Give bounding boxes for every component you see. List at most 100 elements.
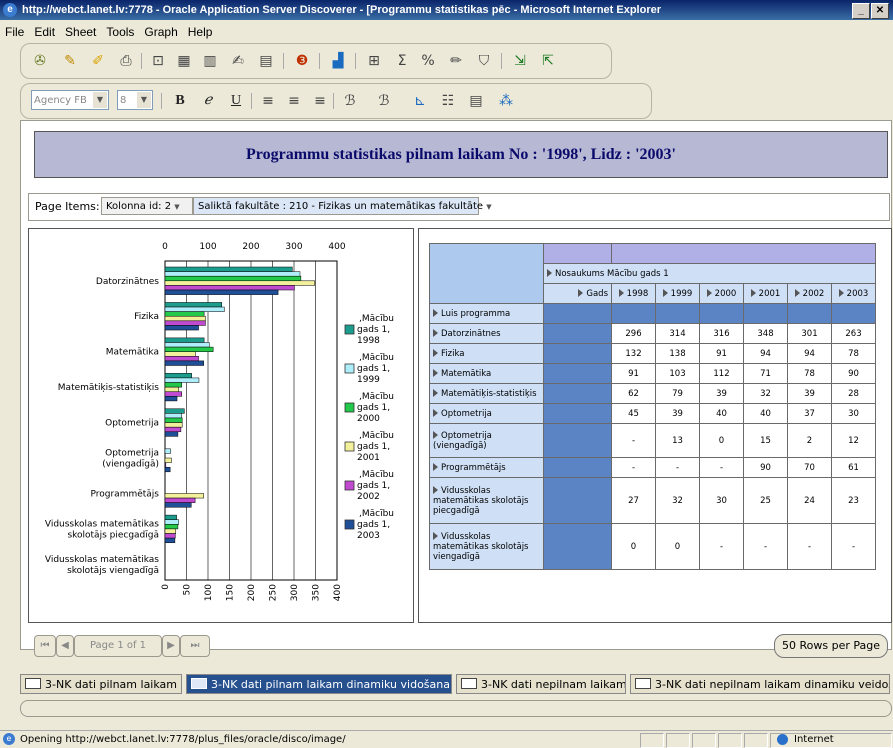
- align-left-icon[interactable]: ≡: [257, 90, 279, 112]
- chart-bar[interactable]: [164, 431, 179, 437]
- table-icon[interactable]: ▦: [173, 50, 195, 72]
- chart-bar[interactable]: [164, 426, 182, 433]
- first-page-button[interactable]: ⏮: [34, 635, 56, 657]
- chart-bar[interactable]: [164, 386, 180, 392]
- minimize-button[interactable]: _: [852, 3, 870, 19]
- drill-icon[interactable]: ❸: [291, 50, 313, 72]
- chart-bar[interactable]: [164, 457, 172, 463]
- italic-button[interactable]: ℯ: [197, 90, 219, 112]
- chart-bar[interactable]: [164, 266, 293, 272]
- font-size-select[interactable]: 8 ▼: [117, 90, 153, 110]
- year-header[interactable]: 2003: [831, 283, 876, 304]
- chart-bar[interactable]: [164, 285, 295, 291]
- chart-bar[interactable]: [164, 360, 204, 366]
- page-items-icon[interactable]: ▤: [255, 50, 277, 72]
- menu-file[interactable]: File: [0, 25, 29, 39]
- rows-per-page-button[interactable]: 50 Rows per Page: [774, 634, 888, 658]
- chart-bar[interactable]: [164, 302, 223, 308]
- menu-graph[interactable]: Graph: [139, 25, 182, 39]
- percentages-icon[interactable]: %: [417, 50, 439, 72]
- menu-edit[interactable]: Edit: [29, 25, 60, 39]
- totals-icon[interactable]: Σ: [391, 50, 413, 72]
- chart-bar[interactable]: [164, 417, 183, 423]
- chart-bar[interactable]: [164, 325, 199, 331]
- filter-icon[interactable]: ⛉: [473, 50, 495, 72]
- edit-sheet-icon[interactable]: ⊡: [147, 50, 169, 72]
- chart-bar[interactable]: [164, 289, 279, 295]
- chart-bar[interactable]: [164, 271, 301, 277]
- chart-bar[interactable]: [164, 533, 176, 539]
- year-header[interactable]: 1998: [611, 283, 656, 304]
- row-header[interactable]: Matemātiķis-statistiķis: [429, 383, 544, 404]
- chart-bar[interactable]: [164, 346, 214, 352]
- workbook-wizard-icon[interactable]: ✇: [29, 50, 51, 72]
- chart-bar[interactable]: [164, 448, 171, 454]
- align-center-icon[interactable]: ≡: [283, 90, 305, 112]
- row-header[interactable]: Optometrija (viengadīgā): [429, 423, 544, 458]
- close-button[interactable]: ✕: [871, 3, 889, 19]
- tab-sheet-4[interactable]: 3-NK dati nepilnam laikam dinamiku veido…: [630, 674, 890, 694]
- chart-bar[interactable]: [164, 497, 196, 503]
- chart-bar[interactable]: [164, 391, 183, 397]
- prev-page-button[interactable]: ◀: [56, 635, 74, 657]
- align-right-icon[interactable]: ≡: [309, 90, 331, 112]
- new-workbook-icon[interactable]: ✎: [59, 50, 81, 72]
- row-header[interactable]: Fizika: [429, 343, 544, 364]
- year-header[interactable]: 2000: [699, 283, 744, 304]
- open-workbook-icon[interactable]: ✐: [87, 50, 109, 72]
- chart-bar[interactable]: [164, 519, 180, 525]
- graph-icon[interactable]: ▟: [327, 50, 349, 72]
- gridlines-icon[interactable]: ☷: [437, 90, 459, 112]
- chart-bar[interactable]: [164, 502, 192, 508]
- chart-bar[interactable]: [164, 537, 176, 543]
- page-item-fakultate[interactable]: Saliktā fakultāte : 210 - Fizikas un mat…: [193, 197, 492, 215]
- horizontal-scrollbar[interactable]: [20, 700, 892, 717]
- pivot-icon[interactable]: ⁂: [495, 90, 517, 112]
- menu-tools[interactable]: Tools: [101, 25, 139, 39]
- chart-bar[interactable]: [164, 422, 183, 428]
- row-header[interactable]: Programmētājs: [429, 457, 544, 478]
- tab-sheet-3[interactable]: 3-NK dati nepilnam laikam: [456, 674, 626, 694]
- year-header[interactable]: 2001: [743, 283, 788, 304]
- next-page-button[interactable]: ▶: [162, 635, 180, 657]
- chart-bar[interactable]: [164, 356, 199, 362]
- row-header[interactable]: Vidusskolas matemātikas skolotājs piecgadī…: [429, 477, 544, 524]
- print-icon[interactable]: ⎙: [115, 50, 137, 72]
- chart-bar[interactable]: [164, 514, 177, 520]
- page-item-kolonna[interactable]: Kolonna id: 2 ▼: [101, 197, 193, 215]
- conditional-format-icon[interactable]: ⊞: [363, 50, 385, 72]
- refresh-icon[interactable]: ⇱: [537, 50, 559, 72]
- menu-help[interactable]: Help: [183, 25, 218, 39]
- export-icon[interactable]: ⇲: [509, 50, 531, 72]
- chart-bar[interactable]: [164, 306, 225, 312]
- chart-bar[interactable]: [164, 382, 183, 388]
- chart-bar[interactable]: [164, 466, 171, 473]
- chart-bar[interactable]: [164, 408, 185, 414]
- calculations-icon[interactable]: ✏: [445, 50, 467, 72]
- chart-bar[interactable]: [164, 320, 206, 326]
- tab-sheet-1[interactable]: 3-NK dati pilnam laikam: [20, 674, 182, 694]
- chart-bar[interactable]: [164, 524, 179, 530]
- row-header[interactable]: Vidusskolas matemātikas skolotājs viengadī…: [429, 523, 544, 570]
- year-header[interactable]: 1999: [655, 283, 700, 304]
- tab-sheet-2[interactable]: 3-NK dati pilnam laikam dinamiku vidošan…: [186, 674, 452, 694]
- nosaukums-header[interactable]: Nosaukums Mācību gads 1: [543, 263, 876, 284]
- gads-header[interactable]: Gads: [543, 283, 612, 304]
- chart-bar[interactable]: [164, 373, 192, 379]
- row-header[interactable]: Matemātika: [429, 363, 544, 384]
- chart-bar[interactable]: [164, 413, 183, 419]
- background-color-icon[interactable]: ℬ: [339, 90, 361, 112]
- chart-bar[interactable]: [164, 342, 210, 348]
- row-header[interactable]: Luis programma: [429, 303, 544, 324]
- year-header[interactable]: 2002: [787, 283, 832, 304]
- chart-bar[interactable]: [164, 337, 205, 343]
- chart-bar[interactable]: [164, 311, 205, 317]
- chart-bar[interactable]: [164, 528, 176, 534]
- chart-bar[interactable]: [164, 315, 206, 322]
- chart-bar[interactable]: [164, 493, 204, 499]
- menu-sheet[interactable]: Sheet: [60, 25, 101, 39]
- underline-button[interactable]: U: [225, 90, 247, 112]
- axis-icon[interactable]: ⊾: [409, 90, 431, 112]
- borders-icon[interactable]: ▤: [465, 90, 487, 112]
- bold-button[interactable]: B: [169, 90, 191, 112]
